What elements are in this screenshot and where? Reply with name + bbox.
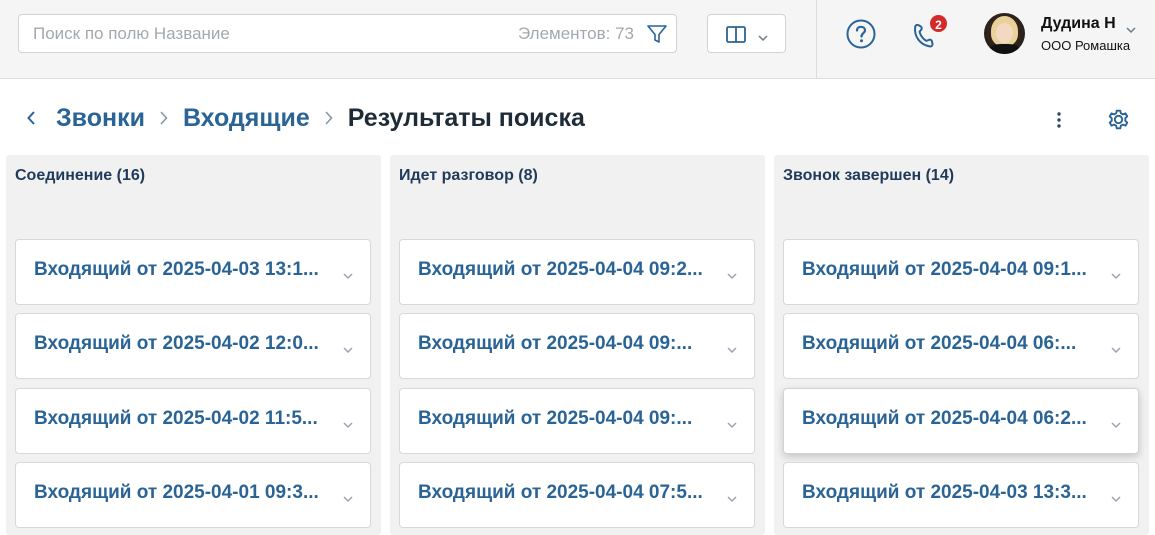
chevron-down-icon[interactable] [726,416,738,434]
kanban-card[interactable]: Входящий от 2025-04-01 09:3... [15,462,371,528]
card-title[interactable]: Входящий от 2025-04-04 09:... [418,408,716,430]
card-title[interactable]: Входящий от 2025-04-02 11:5... [34,408,332,430]
column-title: Звонок завершен (14) [783,167,955,184]
card-title[interactable]: Входящий от 2025-04-04 06:... [802,333,1100,355]
search-box[interactable]: Элементов: 73 [18,14,677,53]
chevron-left-icon[interactable] [20,107,42,129]
user-name[interactable]: Дудина Н [1041,15,1116,33]
chevron-down-icon[interactable] [726,341,738,359]
user-company: ООО Ромашка [1041,38,1131,53]
card-title[interactable]: Входящий от 2025-04-04 09:2... [418,259,716,281]
chevron-down-icon[interactable] [726,490,738,508]
top-bar: Элементов: 73 2 Дудина Н ООО Ромашка [0,0,1155,79]
kanban-card[interactable]: Входящий от 2025-04-04 09:... [399,313,755,379]
chevron-right-icon [159,110,169,126]
avatar[interactable] [984,13,1025,54]
card-title[interactable]: Входящий от 2025-04-04 09:1... [802,259,1100,281]
chevron-right-icon [324,110,334,126]
chevron-down-icon[interactable] [342,490,354,508]
kanban-card[interactable]: Входящий от 2025-04-04 09:... [399,388,755,454]
kanban-card[interactable]: Входящий от 2025-04-03 13:3... [783,462,1139,528]
help-circle-icon[interactable] [846,19,876,49]
card-title[interactable]: Входящий от 2025-04-04 07:5... [418,482,716,504]
kanban-column-finished: Звонок завершен (14) Входящий от 2025-04… [774,155,1149,535]
column-title: Идет разговор (8) [399,167,538,184]
kanban-card[interactable]: Входящий от 2025-04-04 09:2... [399,239,755,305]
kanban-column-connection: Соединение (16) Входящий от 2025-04-03 1… [6,155,381,535]
card-title[interactable]: Входящий от 2025-04-04 09:... [418,333,716,355]
page-title: Результаты поиска [347,103,585,132]
kanban-card[interactable]: Входящий от 2025-04-04 06:... [783,313,1139,379]
card-title[interactable]: Входящий от 2025-04-04 06:2... [802,408,1100,430]
chevron-down-icon[interactable] [342,416,354,434]
elements-count: Элементов: 73 [518,24,634,43]
kebab-menu-icon[interactable] [1050,110,1068,130]
header-divider [816,0,817,79]
kanban-card[interactable]: Входящий от 2025-04-03 13:1... [15,239,371,305]
chevron-down-icon[interactable] [1110,416,1122,434]
card-title[interactable]: Входящий от 2025-04-01 09:3... [34,482,332,504]
column-title: Соединение (16) [15,167,146,184]
search-input[interactable] [33,15,503,52]
chevron-down-icon[interactable] [342,267,354,285]
chevron-down-icon[interactable] [1110,490,1122,508]
chevron-down-icon[interactable] [342,341,354,359]
kanban-card[interactable]: Входящий от 2025-04-02 11:5... [15,388,371,454]
card-title[interactable]: Входящий от 2025-04-02 12:0... [34,333,332,355]
breadcrumb: Звонки Входящие Результаты поиска [20,100,585,136]
chevron-down-icon[interactable] [1110,267,1122,285]
breadcrumb-calls[interactable]: Звонки [56,104,145,133]
columns-view-icon [726,26,746,48]
notification-badge: 2 [928,13,949,34]
kanban-card[interactable]: Входящий от 2025-04-02 12:0... [15,313,371,379]
card-title[interactable]: Входящий от 2025-04-03 13:1... [34,259,332,281]
chevron-down-icon[interactable] [1110,341,1122,359]
breadcrumb-incoming[interactable]: Входящие [183,104,310,133]
gear-icon[interactable] [1106,107,1131,132]
card-title[interactable]: Входящий от 2025-04-03 13:3... [802,482,1100,504]
kanban-card[interactable]: Входящий от 2025-04-04 09:1... [783,239,1139,305]
kanban-column-talking: Идет разговор (8) Входящий от 2025-04-04… [390,155,765,535]
view-mode-button[interactable] [707,14,786,53]
filter-icon[interactable] [646,23,668,45]
chevron-down-icon[interactable] [726,267,738,285]
kanban-card[interactable]: Входящий от 2025-04-04 07:5... [399,462,755,528]
chevron-down-icon[interactable] [1125,21,1137,39]
kanban-card[interactable]: Входящий от 2025-04-04 06:2... [783,388,1139,454]
chevron-down-icon [757,29,769,47]
